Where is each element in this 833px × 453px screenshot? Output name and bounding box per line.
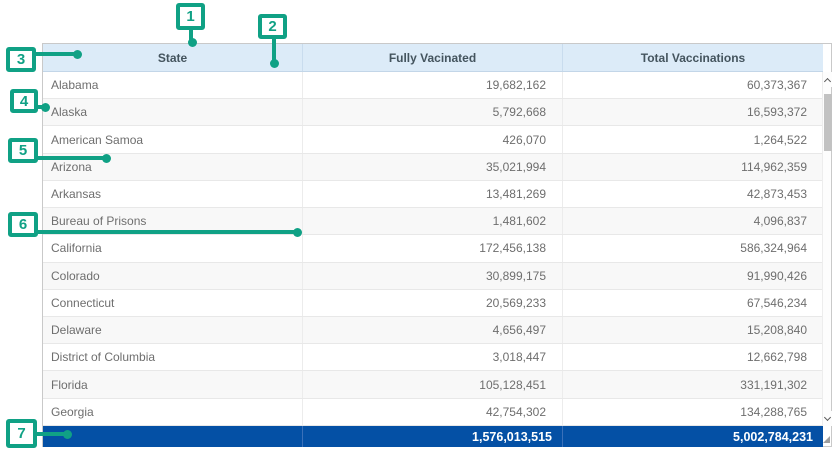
- cell-total: 15,208,840: [563, 317, 823, 343]
- cell-state: Arkansas: [43, 181, 303, 207]
- cell-total: 134,288,765: [563, 399, 823, 425]
- callout-3: 3: [6, 47, 36, 72]
- cell-state: American Samoa: [43, 126, 303, 152]
- callout-2: 2: [258, 14, 287, 39]
- callout-5-line: [37, 156, 106, 160]
- cell-fully: 35,021,994: [303, 154, 563, 180]
- cell-state: Georgia: [43, 399, 303, 425]
- summary-row: 1,576,013,515 5,002,784,231: [43, 426, 823, 447]
- cell-fully: 4,656,497: [303, 317, 563, 343]
- scrollbar-thumb[interactable]: [824, 94, 832, 151]
- scroll-up-button[interactable]: [823, 72, 832, 87]
- chevron-up-icon: [824, 77, 831, 84]
- chevron-down-icon: [824, 414, 831, 421]
- cell-total: 1,264,522: [563, 126, 823, 152]
- table-row[interactable]: Arkansas 13,481,269 42,873,453: [43, 181, 823, 208]
- cell-state: Alaska: [43, 99, 303, 125]
- callout-2-dot: [270, 59, 279, 68]
- table-row[interactable]: Arizona 35,021,994 114,962,359: [43, 154, 823, 181]
- cell-total: 91,990,426: [563, 263, 823, 289]
- table-row[interactable]: Alaska 5,792,668 16,593,372: [43, 99, 823, 126]
- cell-fully: 42,754,302: [303, 399, 563, 425]
- cell-total: 16,593,372: [563, 99, 823, 125]
- summary-vaccinations-total: 5,002,784,231: [563, 426, 823, 447]
- cell-fully: 19,682,162: [303, 72, 563, 98]
- cell-state: Delaware: [43, 317, 303, 343]
- table-body: Alabama 19,682,162 60,373,367 Alaska 5,7…: [43, 72, 823, 426]
- table-row[interactable]: Colorado 30,899,175 91,990,426: [43, 263, 823, 290]
- table-row[interactable]: American Samoa 426,070 1,264,522: [43, 126, 823, 153]
- table-row[interactable]: California 172,456,138 586,324,964: [43, 235, 823, 262]
- column-header-state[interactable]: State: [43, 44, 303, 71]
- cell-state: Connecticut: [43, 290, 303, 316]
- cell-state: Alabama: [43, 72, 303, 98]
- callout-7: 7: [6, 419, 37, 448]
- cell-total: 67,546,234: [563, 290, 823, 316]
- table-row[interactable]: Connecticut 20,569,233 67,546,234: [43, 290, 823, 317]
- cell-state: Florida: [43, 371, 303, 397]
- cell-state: District of Columbia: [43, 344, 303, 370]
- callout-4-dot: [41, 103, 50, 112]
- table-row[interactable]: Alabama 19,682,162 60,373,367: [43, 72, 823, 99]
- cell-state: California: [43, 235, 303, 261]
- callout-4: 4: [10, 89, 38, 113]
- cell-fully: 105,128,451: [303, 371, 563, 397]
- table-row[interactable]: Georgia 42,754,302 134,288,765: [43, 399, 823, 426]
- column-header-total-vaccinations[interactable]: Total Vaccinations: [563, 44, 823, 71]
- attribute-table-screenshot: State Fully Vacinated Total Vaccinations…: [0, 0, 833, 453]
- cell-fully: 5,792,668: [303, 99, 563, 125]
- callout-6-dot: [293, 228, 302, 237]
- vertical-scrollbar[interactable]: [822, 72, 831, 426]
- cell-fully: 3,018,447: [303, 344, 563, 370]
- cell-total: 42,873,453: [563, 181, 823, 207]
- callout-5-dot: [102, 154, 111, 163]
- resize-grip-icon[interactable]: [823, 436, 830, 443]
- callout-3-line: [36, 52, 77, 56]
- cell-total: 4,096,837: [563, 208, 823, 234]
- cell-fully: 30,899,175: [303, 263, 563, 289]
- cell-state: Colorado: [43, 263, 303, 289]
- callout-3-dot: [73, 50, 82, 59]
- table-row[interactable]: Delaware 4,656,497 15,208,840: [43, 317, 823, 344]
- callout-6-line: [37, 230, 297, 234]
- table-row[interactable]: Florida 105,128,451 331,191,302: [43, 371, 823, 398]
- cell-total: 114,962,359: [563, 154, 823, 180]
- cell-fully: 13,481,269: [303, 181, 563, 207]
- attribute-table: State Fully Vacinated Total Vaccinations…: [42, 43, 832, 447]
- cell-fully: 426,070: [303, 126, 563, 152]
- scroll-down-button[interactable]: [823, 411, 832, 426]
- callout-5: 5: [8, 138, 38, 163]
- callout-1-dot: [188, 38, 197, 47]
- cell-total: 586,324,964: [563, 235, 823, 261]
- table-header-row: State Fully Vacinated Total Vaccinations: [43, 44, 823, 72]
- cell-fully: 20,569,233: [303, 290, 563, 316]
- callout-6: 6: [8, 212, 38, 237]
- callout-1: 1: [176, 3, 205, 30]
- cell-fully: 1,481,602: [303, 208, 563, 234]
- column-header-fully-vacinated[interactable]: Fully Vacinated: [303, 44, 563, 71]
- cell-fully: 172,456,138: [303, 235, 563, 261]
- summary-state-cell: [43, 426, 303, 447]
- cell-total: 60,373,367: [563, 72, 823, 98]
- table-row[interactable]: District of Columbia 3,018,447 12,662,79…: [43, 344, 823, 371]
- callout-7-dot: [63, 430, 72, 439]
- summary-fully-total: 1,576,013,515: [303, 426, 563, 447]
- cell-total: 331,191,302: [563, 371, 823, 397]
- cell-total: 12,662,798: [563, 344, 823, 370]
